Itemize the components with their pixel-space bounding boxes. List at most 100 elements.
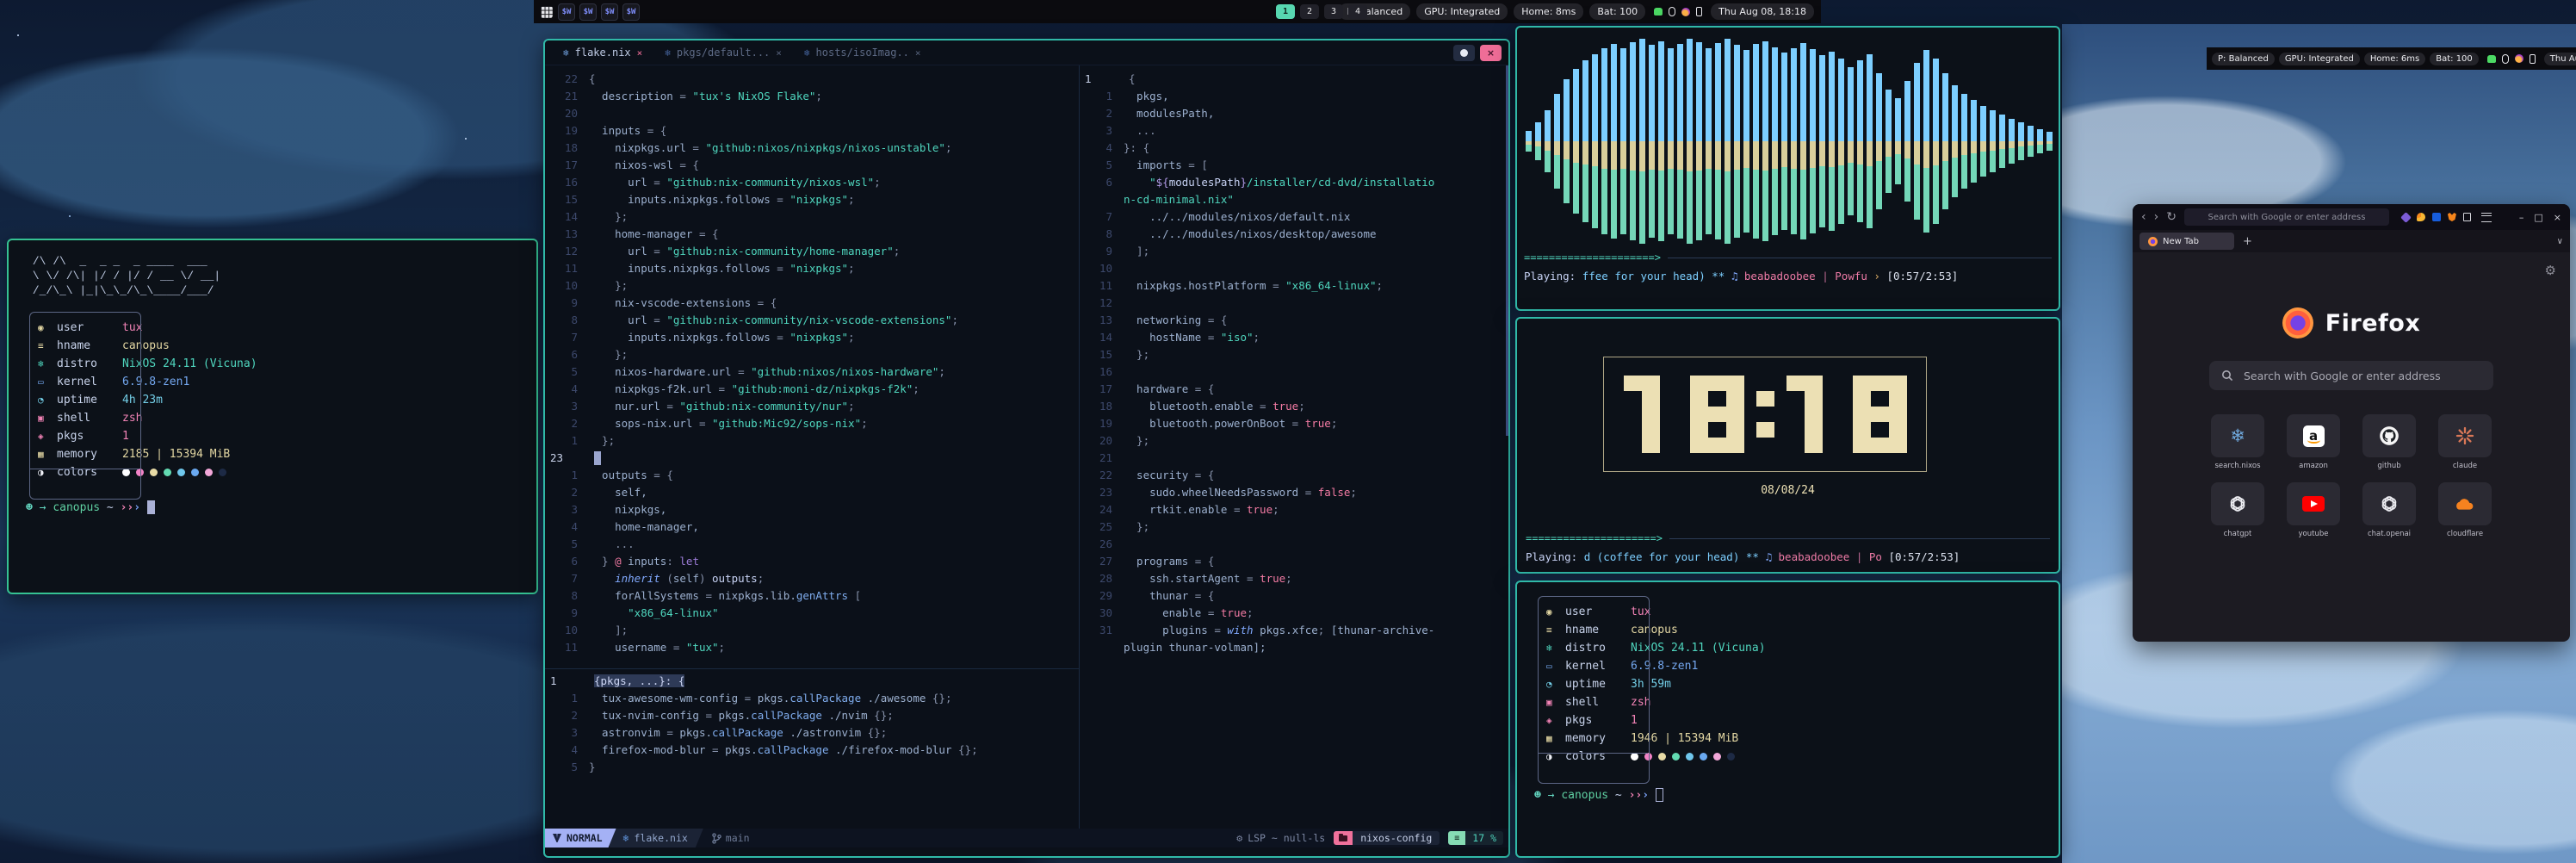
tabline-toggle-button[interactable] — [1453, 45, 1475, 61]
git-branch-icon — [712, 833, 721, 844]
android-tray-icon[interactable] — [2487, 55, 2496, 63]
tag-icon[interactable]: $W — [622, 3, 640, 21]
shortcut-tile-chat-openai[interactable]: chat.openai — [2362, 482, 2416, 538]
clock-module: Thu Aug 08, 18:18 — [1711, 3, 1814, 20]
android-tray-icon[interactable] — [1654, 8, 1663, 16]
terminal-window-fastfetch[interactable]: /\ /\ _ _ _ _ ____ ___ \ \/ /\| |/ / |/ … — [7, 239, 538, 594]
firefox-mini-icon — [2148, 237, 2158, 246]
menu-hamburger-icon[interactable] — [2481, 213, 2492, 222]
browser-toolbar: ‹ › ↻ Search with Google or enter addres… — [2133, 204, 2570, 230]
phone-tray-icon[interactable] — [2530, 54, 2536, 64]
back-button[interactable]: ‹ — [2141, 211, 2146, 223]
url-bar[interactable]: Search with Google or enter address — [2184, 208, 2389, 226]
visualizer-bar — [1715, 38, 1721, 245]
extension-diamond-icon[interactable] — [2400, 212, 2412, 223]
status-pill: P: Balanced — [2212, 53, 2275, 65]
shortcut-label: claude — [2453, 462, 2477, 470]
code-line: plugin thunar-volman]; — [1080, 639, 1508, 656]
fire-tray-icon[interactable] — [1681, 8, 1690, 16]
fire-tray-icon[interactable] — [2515, 54, 2523, 63]
new-tab-page: ⚙ Firefox Search with Google or enter ad… — [2133, 252, 2570, 642]
tag-icon[interactable]: $W — [579, 3, 597, 21]
shortcut-tile-github[interactable]: github — [2362, 414, 2416, 470]
editor-tab-flake-nix[interactable]: ❄flake.nix× — [552, 40, 653, 65]
shortcut-tile-cloudflare[interactable]: cloudflare — [2438, 482, 2492, 538]
forward-button[interactable]: › — [2154, 211, 2159, 223]
buffer-tabline: ❄flake.nix×❄pkgs/default...×❄hosts/isoIm… — [545, 40, 1508, 65]
app-grid-icon[interactable] — [541, 6, 553, 18]
terminal-window-fastfetch-right[interactable]: ◉usertux≡hnamecanopus❄distroNixOS 24.11 … — [1515, 581, 2060, 858]
clock-digit — [1624, 376, 1678, 453]
shortcut-label: chat.openai — [2368, 530, 2411, 538]
status-modules: P: BalancedGPU: IntegratedHome: 8msBat: … — [1339, 3, 1645, 20]
editor-pane-iso-image[interactable]: 1{1 pkgs,2 modulesPath,3 ...4}: {5 impor… — [1080, 65, 1508, 829]
phone-tray-icon[interactable] — [1696, 7, 1702, 16]
minimize-button[interactable]: – — [2519, 212, 2524, 223]
tab-close-icon[interactable]: × — [915, 47, 921, 59]
visualizer-bar — [1677, 38, 1683, 245]
editor-pane-pkgs-default-nix[interactable]: 1{pkgs, ...}: {1 tux-awesome-wm-config =… — [545, 669, 1079, 829]
extension-page-icon[interactable] — [2463, 213, 2471, 221]
visualizer-bar — [1725, 38, 1731, 245]
code-line: 12 — [1080, 295, 1508, 312]
shell-prompt[interactable]: ☻ → canopus ~ ››› — [26, 500, 519, 514]
extension-metamask-icon[interactable] — [2448, 213, 2456, 221]
code-line: 12 url = "github:nix-community/home-mana… — [545, 243, 1079, 260]
bluetooth-tray-icon[interactable] — [1669, 7, 1675, 16]
maximize-button[interactable]: □ — [2534, 212, 2542, 223]
openai-knot-icon — [2227, 494, 2248, 514]
firefox-window[interactable]: ‹ › ↻ Search with Google or enter addres… — [2133, 204, 2570, 642]
workspace-button-2[interactable]: 2 — [1300, 4, 1319, 19]
bluetooth-tray-icon[interactable] — [2502, 54, 2509, 64]
separator-line: =====================> — [1524, 251, 2052, 264]
extension-bitwarden-icon[interactable] — [2432, 213, 2441, 221]
code-line: 24 rtkit.enable = true; — [1080, 501, 1508, 518]
shell-prompt[interactable]: ☻ → canopus ~ ››› — [1534, 788, 2041, 802]
personalize-gear-icon[interactable]: ⚙ — [2545, 263, 2556, 278]
github-octocat-icon — [2378, 425, 2400, 447]
tab-close-icon[interactable]: × — [637, 47, 643, 59]
tab-list-chevron-icon[interactable]: ∨ — [2557, 237, 2563, 246]
visualizer-bar — [1592, 38, 1598, 245]
terminal-window-cava[interactable]: =====================> Playing: ffee for… — [1515, 26, 2060, 311]
code-line: 1 tux-awesome-wm-config = pkgs.callPacka… — [545, 690, 1079, 707]
tag-icon[interactable]: $W — [601, 3, 618, 21]
color-dot — [1713, 753, 1721, 761]
shortcut-label: youtube — [2299, 530, 2329, 538]
editor-tab-pkgs-default-[interactable]: ❄pkgs/default...× — [653, 40, 793, 65]
search-input[interactable]: Search with Google or enter address — [2209, 361, 2493, 390]
tab-close-icon[interactable]: × — [776, 47, 782, 59]
visualizer-bar — [1923, 38, 1929, 245]
shortcut-tile-amazon[interactable]: aamazon — [2287, 414, 2340, 470]
shortcut-tile-chatgpt[interactable]: chatgpt — [2211, 482, 2264, 538]
close-button[interactable]: × — [2554, 212, 2561, 223]
reload-button[interactable]: ↻ — [2166, 211, 2177, 223]
visualizer-bar — [1819, 38, 1825, 245]
scrollbar[interactable] — [1506, 65, 1508, 436]
visualizer-bar — [1734, 38, 1740, 245]
workspace-button-3[interactable]: 3 — [1324, 4, 1343, 19]
visualizer-bar — [1942, 38, 1948, 245]
wallpaper-stars — [17, 34, 19, 36]
editor-pane-flake-nix[interactable]: 22{21 description = "tux's NixOS Flake";… — [545, 65, 1079, 668]
code-line: 15 }; — [1080, 346, 1508, 363]
tab-new-tab[interactable]: New Tab — [2139, 233, 2234, 250]
visualizer-bar — [1535, 38, 1541, 245]
tabline-close-button[interactable]: × — [1480, 45, 1502, 61]
code-line: 10 — [1080, 260, 1508, 277]
workspace-button-1[interactable]: 1 — [1276, 4, 1295, 19]
code-line: 26 — [1080, 536, 1508, 553]
command-line[interactable] — [545, 847, 1508, 856]
new-tab-button[interactable]: + — [2243, 235, 2252, 248]
extension-ublock-icon[interactable] — [2417, 213, 2425, 221]
shortcut-tile-search-nixos[interactable]: ❄search.nixos — [2211, 414, 2264, 470]
editor-tab-hosts-isoImag-[interactable]: ❄hosts/isoImag..× — [793, 40, 932, 65]
neovim-window[interactable]: ❄flake.nix×❄pkgs/default...×❄hosts/isoIm… — [543, 39, 1510, 858]
nix-snowflake-icon: ❄ — [804, 47, 810, 59]
tag-icon[interactable]: $W — [558, 3, 575, 21]
terminal-window-clock[interactable]: 08/08/24 =====================> Playing:… — [1515, 317, 2060, 574]
visualizer-bar — [1564, 38, 1570, 245]
shortcut-tile-claude[interactable]: claude — [2438, 414, 2492, 470]
shortcut-tile-youtube[interactable]: youtube — [2287, 482, 2340, 538]
workspace-button-4[interactable]: 4 — [1348, 4, 1367, 19]
